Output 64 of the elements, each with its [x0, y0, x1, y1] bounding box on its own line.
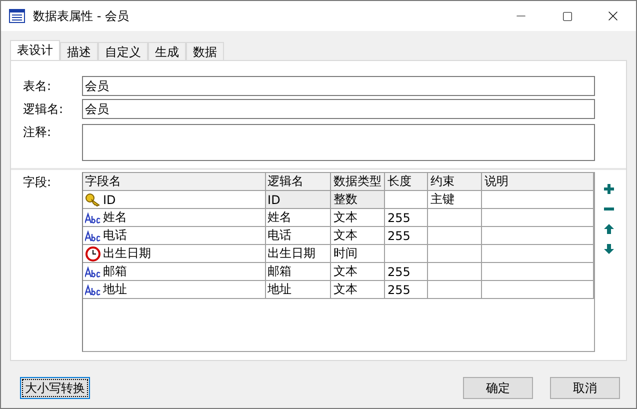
plus-icon[interactable] [604, 184, 614, 194]
table-name-field[interactable]: 会员 [82, 76, 595, 96]
table-cell: 255 [384, 208, 428, 226]
table-cell: 姓名 [265, 208, 331, 226]
table-cell [428, 226, 482, 244]
table-cell: 地址 [265, 280, 331, 298]
table-cell [384, 244, 428, 262]
field-name: 地址 [103, 281, 127, 298]
fields-grid[interactable]: 字段名 逻辑名 数据类型 长度 约束 说明 ID ID 整数 主键 姓名 姓名 文本 255 电话 电话 文本 255 出生日期 出生日期 时间 邮箱 邮箱 文本 255 地址 地址 文本 255 [82, 172, 595, 352]
column-header[interactable]: 字段名 [83, 173, 266, 190]
table-icon [9, 9, 25, 23]
tab[interactable]: 描述 [60, 42, 98, 60]
ok-button[interactable]: 确定 [463, 377, 533, 399]
tab[interactable]: 自定义 [98, 42, 148, 60]
table-cell [384, 190, 428, 208]
table-cell: 时间 [330, 244, 385, 262]
table-cell: 255 [384, 280, 428, 298]
table-cell [428, 244, 482, 262]
tab[interactable]: 表设计 [10, 40, 60, 60]
maximize-icon[interactable] [562, 10, 572, 22]
tab[interactable]: 生成 [148, 42, 186, 60]
comment-field[interactable] [82, 124, 595, 161]
table-cell: 255 [384, 262, 428, 280]
table-cell: 255 [384, 226, 428, 244]
abc-text-icon [85, 266, 101, 278]
tab[interactable]: 数据 [186, 42, 224, 60]
column-header[interactable]: 说明 [482, 173, 594, 190]
column-header[interactable]: 逻辑名 [265, 173, 331, 190]
field-name: 电话 [103, 227, 127, 244]
field-name: ID [103, 192, 116, 206]
table-cell: 整数 [330, 190, 385, 208]
field-name: 出生日期 [103, 245, 151, 262]
table-cell: 文本 [330, 226, 385, 244]
table-cell: 主键 [428, 190, 482, 208]
table-cell: 文本 [330, 262, 385, 280]
table-cell [428, 208, 482, 226]
down-arrow-icon[interactable] [604, 244, 614, 254]
up-arrow-icon[interactable] [604, 224, 614, 234]
table-cell: 出生日期 [265, 244, 331, 262]
table-cell: 文本 [330, 280, 385, 298]
column-header[interactable]: 长度 [384, 173, 428, 190]
column-header[interactable]: 数据类型 [330, 173, 385, 190]
field-label: 逻辑名: [22, 101, 64, 118]
field-label: 表名: [22, 78, 52, 95]
table-cell: ID [265, 190, 331, 208]
table-cell [428, 262, 482, 280]
abc-text-icon [85, 284, 101, 296]
table-cell: 邮箱 [265, 262, 331, 280]
column-header[interactable]: 约束 [428, 173, 482, 190]
field-label: 注释: [22, 124, 52, 141]
field-name: 邮箱 [103, 263, 127, 280]
case-convert-button[interactable]: 大小写转换 [20, 377, 90, 399]
field-name: 姓名 [103, 209, 127, 226]
window-title: 数据表属性 - 会员 [33, 8, 130, 24]
abc-text-icon [85, 230, 101, 242]
logical-name-field[interactable]: 会员 [82, 99, 595, 119]
cancel-button[interactable]: 取消 [550, 377, 620, 399]
table-cell [428, 280, 482, 298]
abc-text-icon [85, 212, 101, 224]
key-icon [85, 192, 101, 206]
field-label: 字段: [22, 174, 52, 191]
clock-icon [85, 246, 101, 262]
table-cell: 电话 [265, 226, 331, 244]
table-cell: 文本 [330, 208, 385, 226]
